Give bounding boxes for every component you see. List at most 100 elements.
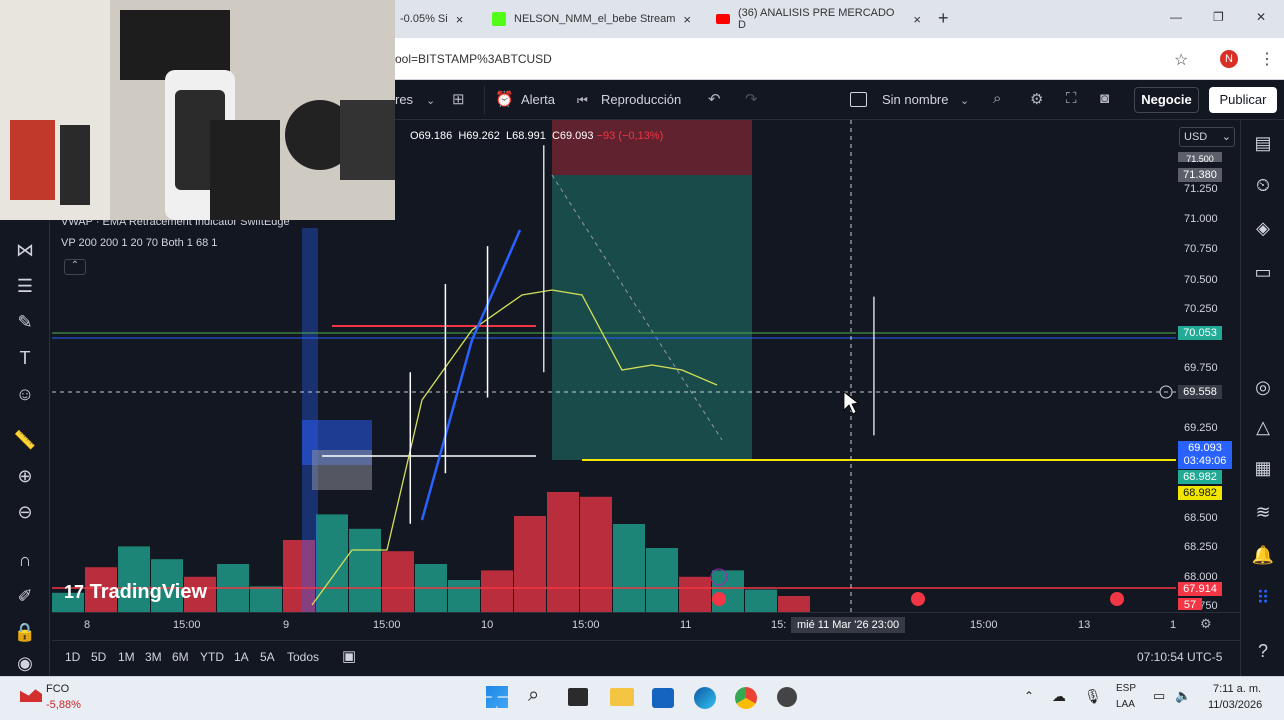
app-icon[interactable]: [777, 687, 797, 707]
range-ytd[interactable]: YTD: [200, 650, 224, 664]
range-all[interactable]: Todos: [287, 650, 319, 664]
help-icon[interactable]: ?: [1250, 638, 1276, 664]
time-tick: 15:00: [970, 619, 998, 631]
chevron-down-icon[interactable]: ⌄: [960, 94, 969, 107]
ideas-icon[interactable]: △: [1250, 414, 1276, 440]
undo-icon[interactable]: ↶: [708, 90, 721, 108]
profile-avatar[interactable]: N: [1220, 50, 1238, 68]
layers-icon[interactable]: ◈: [1250, 215, 1276, 241]
language-secondary[interactable]: LAA: [1116, 699, 1135, 710]
indicator-legend-2[interactable]: VP 200 200 1 20 70 Both 1 68 1: [61, 237, 217, 249]
apps-grid-icon[interactable]: ⠿: [1250, 585, 1276, 611]
close-icon[interactable]: ×: [456, 12, 464, 27]
range-1a[interactable]: 1A: [234, 650, 249, 664]
cloud-icon[interactable]: ☁: [1052, 688, 1066, 705]
zoom-in-icon[interactable]: ⊕: [12, 463, 38, 489]
chevron-down-icon[interactable]: ⌄: [426, 94, 435, 107]
calendar-icon[interactable]: ▦: [1250, 455, 1276, 481]
maximize-button[interactable]: ❐: [1213, 10, 1224, 24]
alerts-clock-icon[interactable]: ⏲: [1250, 172, 1276, 198]
date-range-icon[interactable]: ▣: [342, 647, 356, 665]
zoom-out-icon[interactable]: ⊖: [12, 499, 38, 525]
task-view-icon[interactable]: [568, 688, 588, 706]
volume-icon[interactable]: 🔈: [1175, 688, 1191, 704]
currency-selector[interactable]: USD ⌄: [1179, 127, 1235, 147]
volume-label: 57: [1178, 598, 1202, 611]
close-window-button[interactable]: ✕: [1256, 10, 1266, 24]
collapse-legend-icon[interactable]: ⌃: [64, 259, 86, 275]
target-icon[interactable]: ◎: [1250, 374, 1276, 400]
templates-grid-icon[interactable]: ⊞: [452, 90, 465, 108]
layout-icon[interactable]: [850, 92, 867, 107]
ruler-icon[interactable]: 📏: [12, 427, 38, 453]
browser-tab-2[interactable]: NELSON_NMM_el_bebe Stream ×: [492, 0, 692, 38]
bookmark-star-icon[interactable]: ☆: [1174, 50, 1188, 70]
language-primary[interactable]: ESP: [1116, 683, 1136, 694]
layout-name[interactable]: Sin nombre: [882, 92, 948, 107]
brush-icon[interactable]: ✎: [12, 309, 38, 335]
magnet-icon[interactable]: ∩: [12, 547, 38, 573]
url-field[interactable]: ool=BITSTAMP%3ABTCUSD: [395, 52, 552, 66]
clock-timezone[interactable]: 07:10:54 UTC-5: [1137, 650, 1222, 664]
pattern-tool-icon[interactable]: ⋈: [12, 237, 38, 263]
file-explorer-icon[interactable]: [610, 688, 634, 706]
browser-tab-1[interactable]: -0.05% Si ×: [400, 0, 475, 38]
settings-gear-icon[interactable]: ⚙: [1030, 90, 1043, 108]
search-icon[interactable]: ⌕: [528, 684, 539, 707]
new-tab-button[interactable]: +: [938, 8, 949, 29]
watchlist-icon[interactable]: ▤: [1250, 130, 1276, 156]
range-5a[interactable]: 5A: [260, 650, 275, 664]
rewind-icon[interactable]: ⏮: [577, 93, 588, 108]
axis-settings-gear-icon[interactable]: ⚙: [1200, 616, 1212, 632]
fullscreen-icon[interactable]: ⛶: [1066, 90, 1077, 107]
range-1m[interactable]: 1M: [118, 650, 135, 664]
emoji-icon[interactable]: ☺: [12, 381, 38, 407]
chrome-icon[interactable]: [735, 687, 757, 709]
alert-button[interactable]: Alerta: [521, 92, 555, 107]
divider: [484, 86, 485, 114]
event-flag-icon: [712, 592, 726, 606]
publish-button[interactable]: Publicar: [1209, 87, 1277, 113]
fib-tool-icon[interactable]: ☰: [12, 273, 38, 299]
system-date[interactable]: 11/03/2026: [1208, 699, 1262, 711]
lock-drawings-icon[interactable]: ✐: [12, 583, 38, 609]
range-1d[interactable]: 1D: [65, 650, 80, 664]
youtube-icon: [716, 14, 730, 24]
system-time[interactable]: 7:11 a. m.: [1213, 683, 1261, 695]
redo-icon[interactable]: ↷: [745, 90, 758, 108]
range-3m[interactable]: 3M: [145, 650, 162, 664]
menu-dots-icon[interactable]: ⋮: [1259, 49, 1275, 69]
notifications-bell-icon[interactable]: 🔔: [1250, 542, 1276, 568]
volume-bar: [745, 589, 777, 612]
close-icon[interactable]: ×: [913, 12, 921, 27]
close-icon[interactable]: ×: [683, 12, 691, 27]
trade-button[interactable]: Negocie: [1134, 87, 1199, 113]
network-icon[interactable]: ▭: [1153, 688, 1165, 704]
chat-icon[interactable]: ▭: [1250, 259, 1276, 285]
time-tick: 15:00: [173, 619, 201, 631]
store-icon[interactable]: [652, 688, 674, 708]
replay-button[interactable]: Reproducción: [601, 92, 681, 107]
volume-bar: [547, 492, 579, 612]
text-tool-icon[interactable]: T: [12, 345, 38, 371]
range-5d[interactable]: 5D: [91, 650, 106, 664]
chevron-up-icon[interactable]: ⌃: [1024, 689, 1034, 703]
minimize-button[interactable]: —: [1170, 10, 1182, 24]
indicators-button[interactable]: res: [395, 92, 413, 107]
quick-search-icon[interactable]: ⌕: [993, 90, 1001, 107]
ohlc-close: C69.093: [551, 130, 594, 142]
stream-icon[interactable]: ≋: [1250, 499, 1276, 525]
webcam-image: [0, 0, 395, 220]
lock-icon[interactable]: 🔒: [12, 619, 38, 645]
time-axis[interactable]: [52, 612, 1240, 640]
range-bar: [52, 640, 1240, 676]
range-6m[interactable]: 6M: [172, 650, 189, 664]
browser-tab-3[interactable]: (36) ANALISIS PRE MERCADO D ×: [716, 0, 921, 38]
eye-icon[interactable]: ◉: [12, 650, 38, 676]
ticker-name[interactable]: FCO: [46, 683, 69, 695]
edge-icon[interactable]: [694, 687, 716, 709]
camera-icon[interactable]: ◙: [1100, 90, 1109, 107]
alarm-clock-icon[interactable]: ⏰: [495, 90, 514, 108]
time-tick: 9: [283, 619, 290, 631]
microphone-icon[interactable]: 🎙: [1084, 688, 1102, 705]
